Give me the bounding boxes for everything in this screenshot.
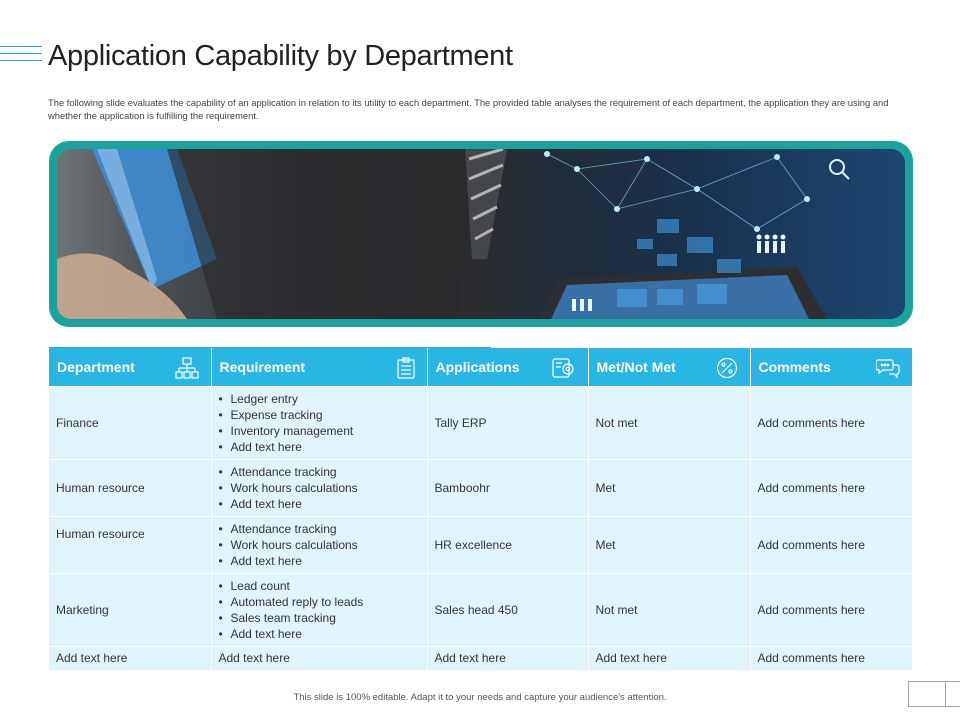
department-cell: Human resource xyxy=(49,515,212,573)
requirement-item: Add text here xyxy=(219,553,420,569)
status-cell: Not met xyxy=(588,572,751,646)
clipboard-icon xyxy=(396,357,415,379)
table-header-row: Department Requirement Applications Met/… xyxy=(49,348,912,386)
comment-cell: Add comments here xyxy=(750,572,912,646)
comment-cell: Add comments here xyxy=(750,515,912,573)
application-cell: Bamboohr xyxy=(427,458,589,516)
table-row: Human resource Attendance tracking Work … xyxy=(49,458,912,516)
slide-footer-note: This slide is 100% editable. Adapt it to… xyxy=(293,692,667,703)
requirement-item: Inventory management xyxy=(219,423,420,439)
header-label: Applications xyxy=(435,358,520,375)
status-cell: Met xyxy=(588,458,751,516)
header-label: Department xyxy=(57,358,135,375)
requirement-item: Add text here xyxy=(219,439,420,455)
application-cell: Add text here xyxy=(427,645,589,670)
percent-icon xyxy=(716,357,737,379)
slide-description: The following slide evaluates the capabi… xyxy=(48,97,889,121)
application-cell: Sales head 450 xyxy=(427,572,589,646)
requirement-item: Sales team tracking xyxy=(219,610,420,626)
requirement-item: Add text here xyxy=(219,496,420,512)
department-cell: Finance xyxy=(49,385,212,459)
comment-cell: Add comments here xyxy=(750,385,912,459)
table-row: Human resource Attendance tracking Work … xyxy=(49,515,912,573)
comment-cell: Add comments here xyxy=(750,458,912,516)
department-cell: Add text here xyxy=(49,645,212,670)
department-cell: Human resource xyxy=(49,458,212,516)
title-decoration-lines xyxy=(0,46,42,67)
requirement-item: Work hours calculations xyxy=(219,537,420,553)
requirement-cell: Lead count Automated reply to leads Sale… xyxy=(211,572,428,646)
slide-corner-box xyxy=(908,681,946,707)
header-met-not-met: Met/Not Met xyxy=(588,348,751,386)
page-title: Application Capability by Department xyxy=(48,40,513,72)
app-gear-icon xyxy=(551,358,574,378)
requirement-item: Lead count xyxy=(219,578,420,594)
header-label: Requirement xyxy=(219,358,306,375)
table-row: Finance Ledger entry Expense tracking In… xyxy=(49,385,912,459)
application-cell: Tally ERP xyxy=(427,385,589,459)
status-cell: Not met xyxy=(588,385,751,459)
requirement-cell: Attendance tracking Work hours calculati… xyxy=(211,515,428,573)
chat-bubbles-icon xyxy=(876,359,900,379)
requirement-item: Expense tracking xyxy=(219,407,420,423)
header-label: Comments xyxy=(758,358,831,375)
application-cell: HR excellence xyxy=(427,515,589,573)
org-chart-icon xyxy=(174,357,199,379)
department-cell: Marketing xyxy=(49,572,212,646)
requirement-item: Add text here xyxy=(219,626,420,642)
requirement-item: Attendance tracking xyxy=(219,521,420,537)
requirement-cell: Ledger entry Expense tracking Inventory … xyxy=(211,385,428,459)
hero-image-frame xyxy=(49,141,913,327)
capability-table: Department Requirement Applications Met/… xyxy=(49,348,912,670)
slide-corner-box-edge xyxy=(946,681,960,707)
capability-table-container: Department Requirement Applications Met/… xyxy=(49,348,912,670)
requirement-cell: Add text here xyxy=(211,645,428,670)
requirement-item: Ledger entry xyxy=(219,391,420,407)
requirement-item: Automated reply to leads xyxy=(219,594,420,610)
hero-illustration xyxy=(57,149,850,319)
status-cell: Add text here xyxy=(588,645,751,670)
requirement-item: Work hours calculations xyxy=(219,480,420,496)
header-requirement: Requirement xyxy=(211,348,428,386)
header-label: Met/Not Met xyxy=(596,358,676,375)
comment-cell: Add comments here xyxy=(750,645,912,670)
header-comments: Comments xyxy=(750,348,912,386)
hero-business-network-image xyxy=(57,149,905,319)
table-row: Add text here Add text here Add text her… xyxy=(49,645,912,670)
header-applications: Applications xyxy=(427,348,589,386)
requirement-item: Attendance tracking xyxy=(219,464,420,480)
requirement-cell: Attendance tracking Work hours calculati… xyxy=(211,458,428,516)
table-row: Marketing Lead count Automated reply to … xyxy=(49,572,912,646)
status-cell: Met xyxy=(588,515,751,573)
header-department: Department xyxy=(49,348,212,386)
